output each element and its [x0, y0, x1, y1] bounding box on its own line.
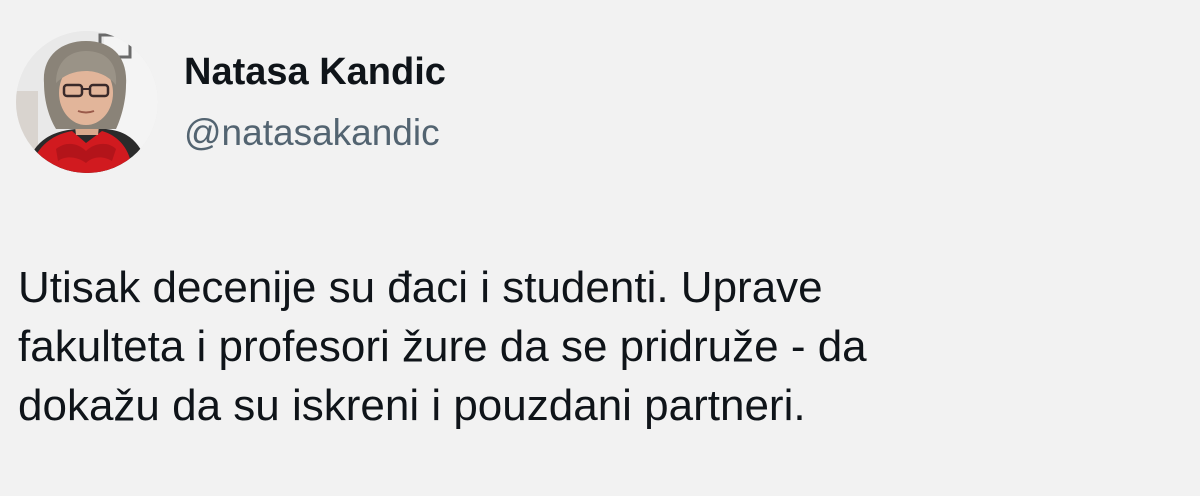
tweet-text: Utisak decenije su đaci i studenti. Upra…: [18, 258, 1168, 435]
tweet-text-line: fakulteta i profesori žure da se pridruž…: [18, 322, 867, 371]
tweet-card: Natasa Kandic @natasakandic Utisak decen…: [0, 0, 1200, 496]
profile-photo-icon: [16, 31, 158, 173]
user-handle[interactable]: @natasakandic: [184, 110, 440, 156]
tweet-text-line: dokažu da su iskreni i pouzdani partneri…: [18, 381, 806, 430]
tweet-text-line: Utisak decenije su đaci i studenti. Upra…: [18, 263, 823, 312]
avatar[interactable]: [16, 31, 158, 173]
display-name[interactable]: Natasa Kandic: [184, 49, 446, 95]
